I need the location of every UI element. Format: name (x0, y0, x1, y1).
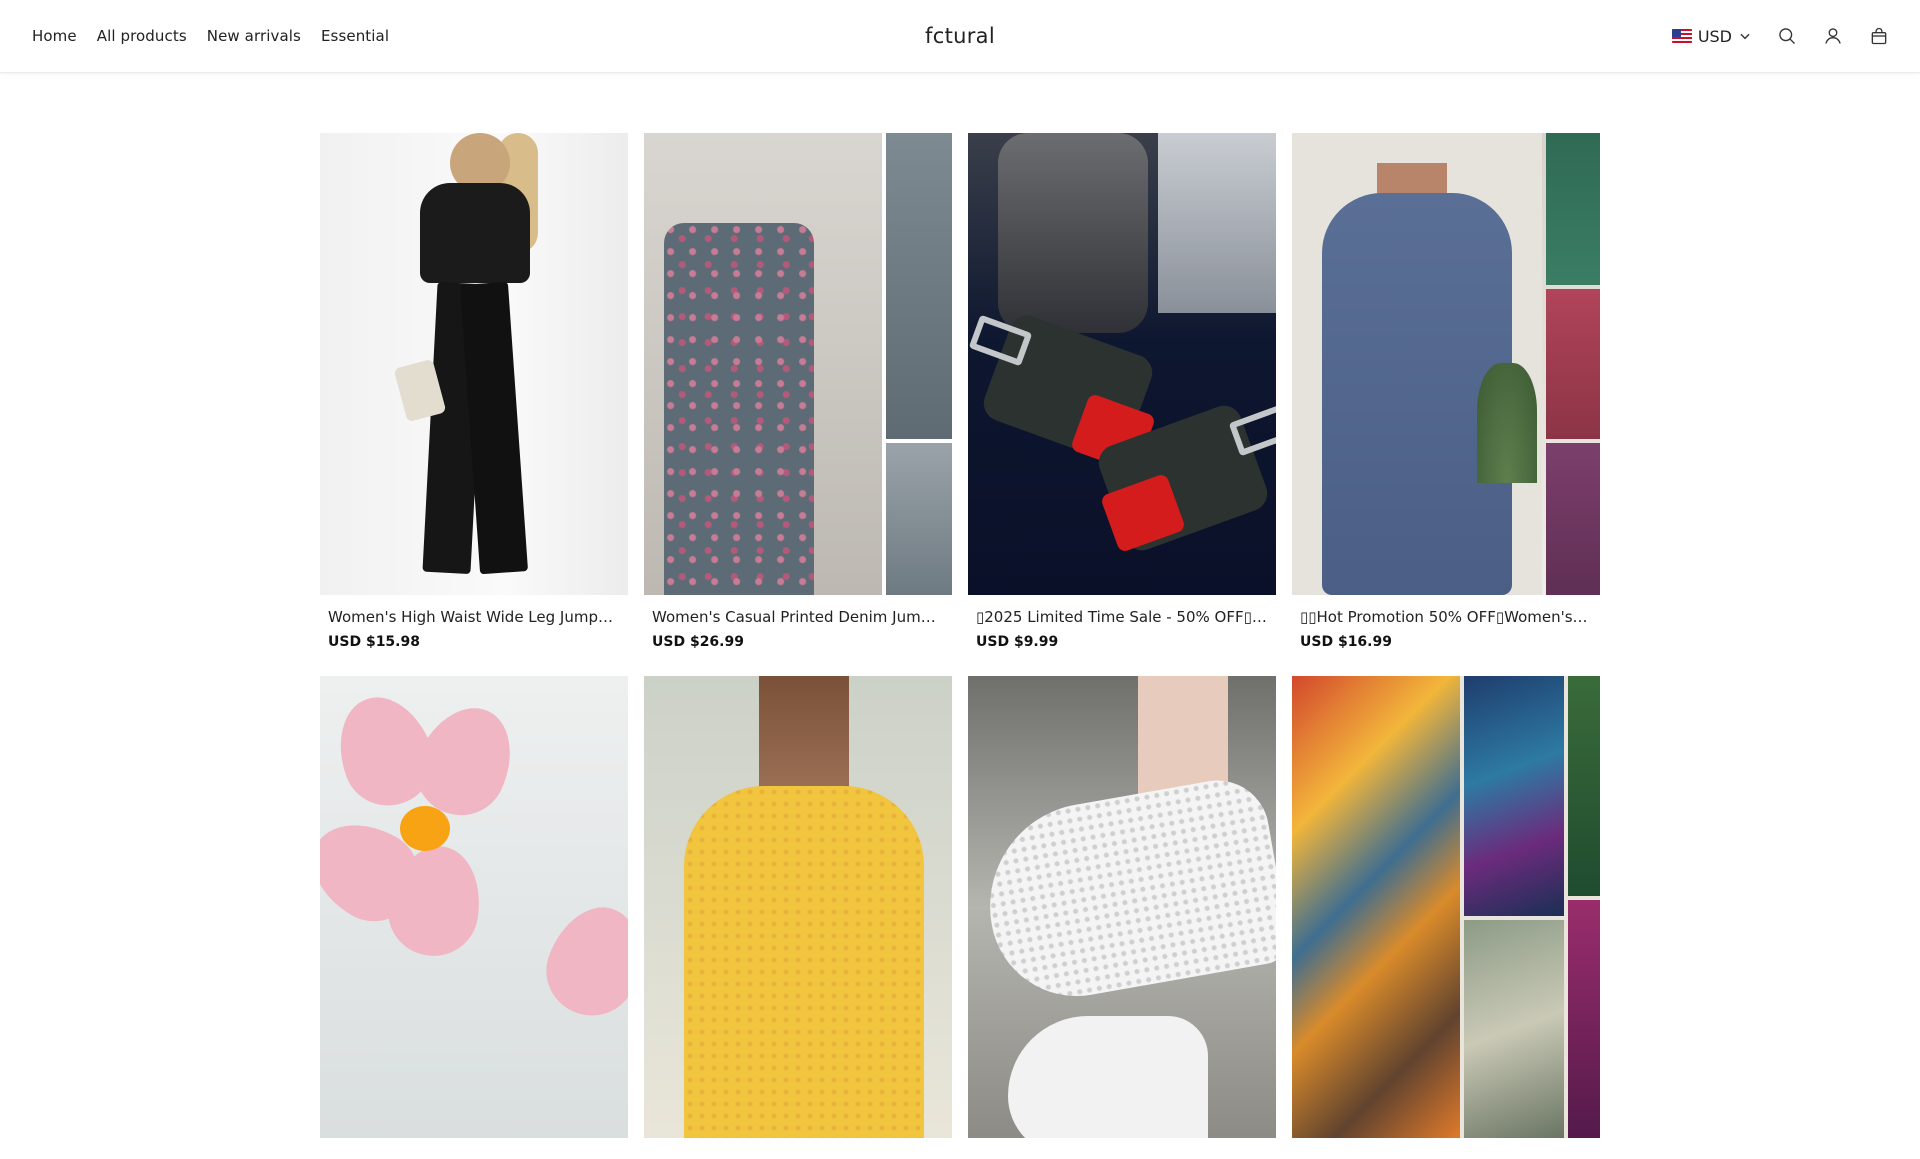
nav-new-arrivals[interactable]: New arrivals (207, 27, 301, 45)
product-image[interactable] (968, 676, 1276, 1138)
currency-label: USD (1697, 26, 1732, 46)
product-image[interactable] (644, 676, 952, 1138)
product-card[interactable]: ▯▯Hot Promotion 50% OFF▯Women's V-... US… (1292, 133, 1600, 650)
nav-home[interactable]: Home (32, 27, 77, 45)
product-card[interactable]: ▯2025 Limited Time Sale - 50% OFF▯▯Ca...… (968, 133, 1276, 650)
site-header: Home All products New arrivals Essential… (0, 0, 1920, 73)
us-flag-icon (1671, 29, 1692, 43)
product-card[interactable] (644, 676, 952, 1159)
product-card[interactable]: Women's Casual Printed Denim Jumps... US… (644, 133, 952, 650)
nav-all-products[interactable]: All products (97, 27, 187, 45)
product-card[interactable] (320, 676, 628, 1159)
product-price: USD $26.99 (652, 634, 744, 650)
product-title[interactable]: Women's Casual Printed Denim Jumps... (644, 608, 952, 626)
cart-icon[interactable] (1868, 25, 1890, 47)
main-nav: Home All products New arrivals Essential (32, 0, 389, 72)
nav-essential[interactable]: Essential (321, 27, 389, 45)
account-icon[interactable] (1822, 25, 1844, 47)
search-icon[interactable] (1776, 25, 1798, 47)
product-title[interactable]: ▯▯Hot Promotion 50% OFF▯Women's V-... (1292, 608, 1600, 626)
product-price: USD $16.99 (1300, 634, 1392, 650)
currency-selector[interactable]: USD (1671, 26, 1752, 46)
product-image[interactable] (320, 133, 628, 595)
product-image[interactable] (644, 133, 952, 595)
header-tools: USD (1671, 0, 1890, 72)
product-image[interactable] (320, 676, 628, 1138)
product-card[interactable]: Women's High Waist Wide Leg Jumpsuit USD… (320, 133, 628, 650)
brand-logo[interactable]: fctural (925, 24, 995, 48)
product-image[interactable] (1292, 676, 1600, 1138)
product-title[interactable]: Women's High Waist Wide Leg Jumpsuit (320, 608, 628, 626)
product-image[interactable] (968, 133, 1276, 595)
product-title[interactable]: ▯2025 Limited Time Sale - 50% OFF▯▯Ca... (968, 608, 1276, 626)
product-price: USD $9.99 (976, 634, 1059, 650)
product-card[interactable] (968, 676, 1276, 1159)
chevron-down-icon (1738, 29, 1752, 43)
product-price: USD $15.98 (328, 634, 420, 650)
product-image[interactable] (1292, 133, 1600, 595)
product-card[interactable] (1292, 676, 1600, 1159)
